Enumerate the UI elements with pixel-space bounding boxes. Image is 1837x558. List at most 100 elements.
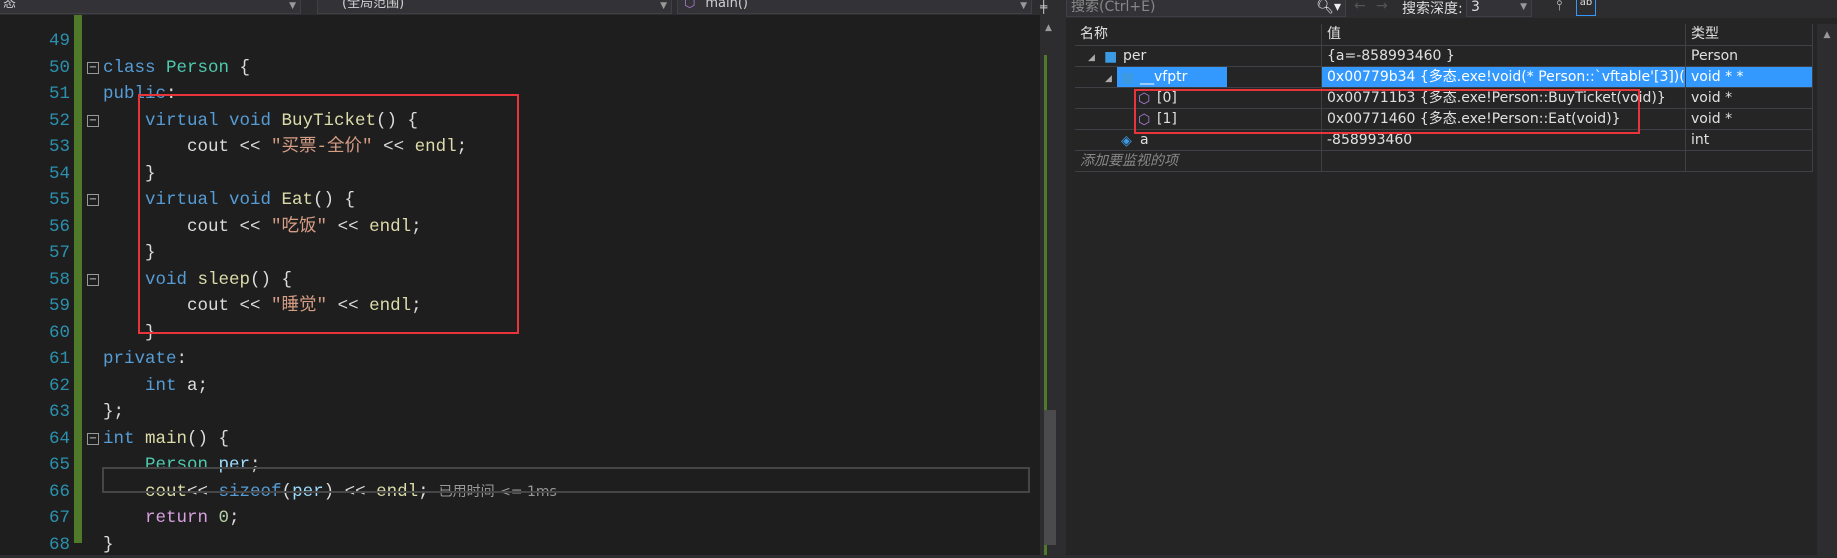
watch-name-cell: ◢ ■ __vfptr	[1075, 67, 1322, 87]
watch-window: 搜索(Ctrl+E)🔍︎▾ ← → 搜索深度: 3▼ ⫯ ab 名称 值 类型 …	[1066, 0, 1837, 555]
search-icon[interactable]: 🔍︎▾	[1316, 0, 1341, 16]
code-editor[interactable]: 4950−class Person {51public:52− virtual …	[0, 15, 1040, 555]
line-number: 60	[0, 320, 70, 347]
add-watch-placeholder[interactable]: 添加要监视的项	[1075, 151, 1322, 171]
pin-icon[interactable]: ⫯	[1556, 0, 1562, 14]
code-token: () {	[187, 429, 229, 449]
line-number: 51	[0, 81, 70, 108]
watch-row[interactable]: ◢■per{a=-858993460 }Person	[1075, 46, 1813, 67]
code-text: class Person {	[103, 55, 250, 82]
current-line-highlight	[102, 467, 1030, 493]
watch-scrollbar[interactable]: ▲	[1817, 24, 1837, 555]
highlight-box-vtable-entries	[1134, 89, 1640, 134]
code-line[interactable]: 62 int a;	[0, 373, 1030, 400]
line-number: 66	[0, 479, 70, 506]
back-arrow-icon[interactable]: ←	[1354, 0, 1366, 14]
code-line[interactable]: 64 −int main() {	[0, 426, 1030, 453]
code-text: private:	[103, 346, 187, 373]
code-line[interactable]: 61 private:	[0, 346, 1030, 373]
editor-scrollbar[interactable]: ▲	[1040, 15, 1060, 555]
code-token: return	[103, 508, 219, 528]
collapse-icon[interactable]: −	[87, 62, 99, 74]
column-header-name[interactable]: 名称	[1075, 24, 1322, 45]
function-dropdown[interactable]: ⬡main()▼	[677, 0, 1032, 14]
code-line[interactable]: 68}	[0, 532, 1030, 558]
code-line[interactable]: 67 return 0;	[0, 505, 1030, 532]
column-header-type[interactable]: 类型	[1686, 24, 1813, 45]
line-number: 65	[0, 452, 70, 479]
line-number: 57	[0, 240, 70, 267]
line-number: 52	[0, 108, 70, 135]
chevron-down-icon: ▼	[1020, 0, 1027, 13]
line-number: 53	[0, 134, 70, 161]
code-text: int main() {	[103, 426, 229, 453]
line-number: 56	[0, 214, 70, 241]
code-token: {	[229, 58, 250, 78]
search-placeholder: 搜索(Ctrl+E)	[1071, 0, 1155, 15]
collapse-icon[interactable]: −	[87, 115, 99, 127]
column-header-value[interactable]: 值	[1322, 24, 1686, 45]
watch-value-cell[interactable]: {a=-858993460 }	[1322, 46, 1686, 66]
code-text: };	[103, 399, 124, 426]
scroll-up-icon[interactable]: ▲	[1817, 30, 1837, 40]
watch-search-input[interactable]: 搜索(Ctrl+E) 🔍︎▾	[1066, 0, 1346, 17]
line-number: 68	[0, 532, 70, 558]
chevron-down-icon: ▼	[660, 0, 667, 13]
line-number: 64	[0, 426, 70, 453]
code-line[interactable]: 49	[0, 28, 1030, 55]
project-dropdown-value: 态	[3, 0, 16, 11]
line-number: 63	[0, 399, 70, 426]
line-number: 61	[0, 346, 70, 373]
forward-arrow-icon[interactable]: →	[1376, 0, 1388, 14]
watch-name: __vfptr	[1140, 69, 1187, 85]
line-number: 59	[0, 293, 70, 320]
code-token: private	[103, 349, 177, 369]
empty-cell	[1686, 151, 1813, 171]
collapse-icon[interactable]: −	[87, 194, 99, 206]
watch-name-wrap: ■ __vfptr	[1117, 67, 1227, 87]
expand-icon[interactable]: ◢	[1105, 69, 1117, 87]
code-token: 0	[219, 508, 230, 528]
watch-type-cell: void * *	[1686, 67, 1813, 87]
code-text: return 0;	[103, 505, 240, 532]
code-token: int	[103, 376, 187, 396]
collapse-icon[interactable]: −	[87, 433, 99, 445]
line-number: 58	[0, 267, 70, 294]
watch-value-cell[interactable]: 0x00779b34 {多态.exe!void(* Person::`vftab…	[1322, 67, 1686, 87]
chevron-down-icon: ▼	[289, 0, 296, 13]
expand-icon[interactable]: ◢	[1088, 48, 1100, 66]
collapse-icon[interactable]: −	[87, 274, 99, 286]
watch-row[interactable]: ◢ ■ __vfptr 0x00779b34 {多态.exe!void(* Perso…	[1075, 67, 1813, 88]
code-text: }	[103, 532, 114, 558]
watch-header-row: 名称 值 类型	[1075, 24, 1813, 46]
method-icon: ⬡	[684, 0, 695, 11]
object-icon: ■	[1121, 68, 1132, 79]
code-token: ;	[229, 508, 240, 528]
search-depth-label: 搜索深度:	[1402, 0, 1463, 18]
project-dropdown[interactable]: 态▼	[0, 0, 301, 14]
code-token: Person	[166, 58, 229, 78]
code-token: main	[145, 429, 187, 449]
add-watch-row[interactable]: 添加要监视的项	[1075, 151, 1813, 172]
line-number: 55	[0, 187, 70, 214]
line-number: 67	[0, 505, 70, 532]
watch-name: per	[1123, 48, 1146, 64]
code-token: class	[103, 58, 166, 78]
code-line[interactable]: 50−class Person {	[0, 55, 1030, 82]
split-icon[interactable]: ╪	[1040, 0, 1047, 14]
search-depth-dropdown[interactable]: 3▼	[1466, 0, 1532, 17]
tab-view-icon[interactable]: ab	[1576, 0, 1596, 16]
scroll-up-icon[interactable]: ▲	[1045, 23, 1052, 33]
highlight-box-virtual-functions	[138, 94, 519, 334]
code-line[interactable]: 63};	[0, 399, 1030, 426]
watch-type-cell: void *	[1686, 88, 1813, 108]
scope-dropdown[interactable]: (全局范围) ▼	[317, 0, 672, 14]
code-token: a	[187, 376, 198, 396]
chevron-down-icon: ▼	[1520, 0, 1527, 16]
search-depth-value: 3	[1471, 0, 1480, 15]
code-token: };	[103, 402, 124, 422]
watch-name: a	[1140, 132, 1149, 148]
scrollbar-thumb[interactable]	[1044, 410, 1056, 545]
watch-type-cell: int	[1686, 130, 1813, 150]
scope-dropdown-value: (全局范围)	[342, 0, 404, 11]
